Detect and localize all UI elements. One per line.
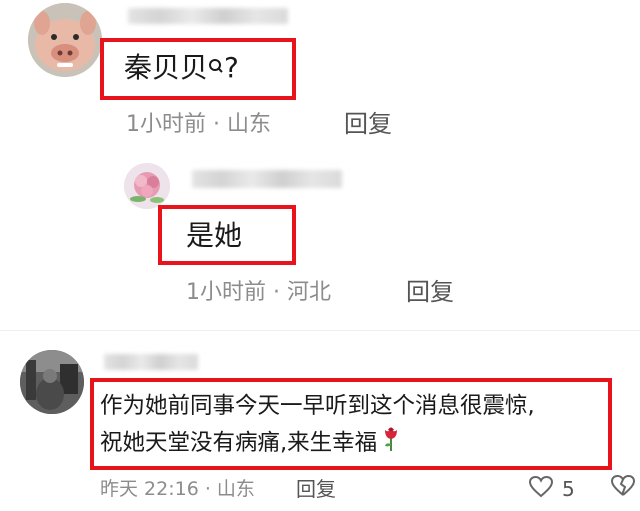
rose-icon [383,424,399,463]
username-blurred [128,8,288,24]
username-blurred [192,170,342,188]
reply-button[interactable]: 回复 [296,476,336,502]
comment-text: 秦贝贝 ? [124,50,239,86]
like-count: 5 [562,477,575,501]
search-icon [208,50,224,86]
photo-avatar-image [20,350,84,414]
comment-text-line: 祝她天堂没有病痛,来生幸福 [100,424,535,463]
pig-avatar-image [28,3,102,77]
dislike-button[interactable] [610,474,636,502]
heart-icon [528,475,554,503]
comment-meta: 1小时前 · 山东 [126,112,271,137]
like-button[interactable]: 5 [528,474,575,504]
comment-text-line: 作为她前同事今天一早听到这个消息很震惊, [100,393,535,419]
comment-meta: 昨天 22:16 · 山东 [100,478,255,500]
username-blurred [104,354,198,370]
comment-text: 是她 [186,219,243,252]
comment-meta: 1小时前 · 河北 [186,280,331,305]
reply-button[interactable]: 回复 [344,108,392,140]
divider [0,330,640,331]
broken-heart-icon [610,474,636,502]
avatar[interactable] [124,163,170,209]
avatar[interactable] [28,3,102,77]
flower-avatar-image [124,163,170,209]
avatar[interactable] [20,350,84,414]
comment-text: 作为她前同事今天一早听到这个消息很震惊, 祝她天堂没有病痛,来生幸福 [100,388,535,463]
reply-button[interactable]: 回复 [406,276,454,308]
